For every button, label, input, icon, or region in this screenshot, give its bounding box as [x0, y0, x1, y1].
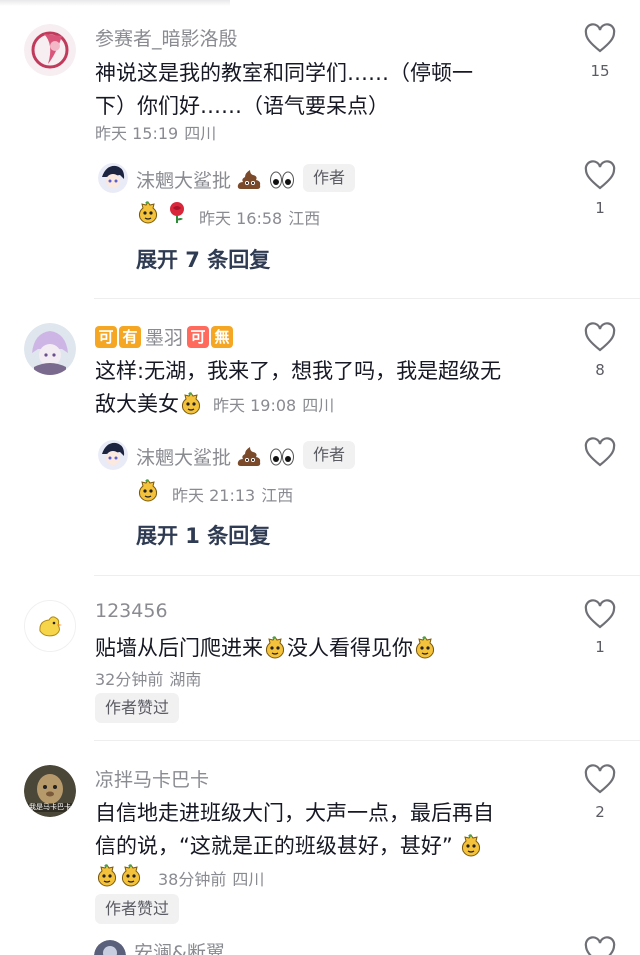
author-liked-badge: 作者赞过	[95, 894, 180, 924]
comment-meta: 38分钟前 四川	[158, 866, 264, 890]
reply-meta: 昨天 16:58 江西	[199, 205, 320, 229]
author-tag: 作者	[303, 441, 356, 469]
heart-icon[interactable]	[583, 22, 617, 56]
like-count: 1	[595, 638, 605, 656]
avatar[interactable]	[24, 600, 76, 652]
reply-emoji-row	[136, 200, 189, 224]
like-count: 1	[595, 199, 605, 217]
comment-text-line: 自信地走进班级大门，大声一点，最后再自	[95, 801, 494, 825]
comment-text-fragment: 没人看得见你	[287, 636, 413, 660]
comment-meta: 32分钟前 湖南	[95, 666, 201, 690]
comment-text-fragment: 贴墙从后门爬进来	[95, 636, 263, 660]
comment-text: 贴墙从后门爬进来 没人看得见你	[95, 632, 565, 665]
comment-text-line: 信的说，“这就是正的班级甚好，甚好”	[95, 830, 565, 863]
heart-icon[interactable]	[583, 935, 617, 955]
eyes-icon	[269, 447, 295, 469]
user-badge: 可	[95, 326, 117, 348]
comment-time: 昨天 19:08	[213, 396, 297, 415]
expand-replies-button[interactable]: 展开 7 条回复	[136, 244, 270, 274]
reply-username[interactable]: 沫魍大鲨批	[136, 443, 295, 470]
comment-location: 四川	[184, 124, 217, 143]
doge-face-icon	[121, 864, 141, 887]
comment-meta: 昨天 15:19 四川	[95, 120, 216, 144]
comment-username[interactable]: 可有墨羽可無	[95, 323, 234, 350]
author-liked-badge: 作者赞过	[95, 693, 180, 723]
comment-location: 湖南	[169, 670, 202, 689]
comment-text-fragment: 敌大美女	[95, 392, 179, 416]
reply-username-text: 沫魍大鲨批	[136, 170, 232, 192]
heart-icon[interactable]	[583, 159, 617, 193]
like-count: 15	[590, 62, 610, 80]
like-count: 8	[595, 361, 605, 379]
avatar[interactable]	[24, 323, 76, 375]
reply-avatar[interactable]	[98, 440, 128, 470]
author-tag: 作者	[303, 164, 356, 192]
comment-text-line: 敌大美女 昨天 19:08 四川	[95, 388, 565, 422]
reply-emoji-row	[136, 478, 160, 502]
doge-face-icon	[97, 864, 117, 887]
expand-replies-button[interactable]: 展开 1 条回复	[136, 520, 270, 550]
avatar[interactable]	[24, 24, 76, 76]
user-badge: 有	[119, 326, 141, 348]
reply-username-text: 沫魍大鲨批	[136, 447, 232, 469]
heart-icon[interactable]	[583, 763, 617, 797]
comment-time: 38分钟前	[158, 870, 227, 889]
comment-username[interactable]: 安澜&断翼	[134, 938, 225, 955]
reply-location: 江西	[288, 209, 321, 228]
doge-face-icon	[415, 636, 435, 659]
reply-location: 江西	[261, 486, 294, 505]
doge-face-icon	[461, 834, 480, 857]
heart-icon[interactable]	[583, 321, 617, 355]
user-badge: 可	[187, 326, 210, 348]
comment-time: 昨天 15:19	[95, 124, 179, 143]
doge-face-icon	[181, 392, 201, 415]
comment-text: 这样:无湖，我来了，想我了吗，我是超级无 敌大美女 昨天 19:08 四川	[95, 355, 565, 422]
comment-location: 四川	[232, 870, 265, 889]
comment-location: 四川	[302, 396, 335, 415]
comment-text-line: 下）你们好……（语气要呆点）	[95, 94, 389, 118]
doge-face-icon	[138, 479, 158, 502]
avatar[interactable]: 我是马卡巴卡	[24, 765, 76, 817]
comment-text: 神说这是我的教室和同学们……（停顿一 下）你们好……（语气要呆点）	[95, 57, 565, 123]
reply-time: 昨天 21:13	[172, 486, 256, 505]
comment-text: 自信地走进班级大门，大声一点，最后再自 信的说，“这就是正的班级甚好，甚好”	[95, 797, 565, 863]
comment-text-line: 神说这是我的教室和同学们……（停顿一	[95, 61, 473, 85]
comment-username[interactable]: 123456	[95, 600, 168, 622]
comment-time: 32分钟前	[95, 670, 164, 689]
comment-username[interactable]: 参赛者_暗影洛殷	[95, 24, 238, 51]
comment-username[interactable]: 凉拌马卡巴卡	[95, 765, 209, 792]
rose-icon	[170, 202, 185, 223]
poop-icon	[237, 170, 269, 192]
comment-meta: 昨天 19:08 四川	[213, 396, 334, 415]
user-badge: 無	[211, 326, 234, 348]
avatar-caption: 我是马卡巴卡	[29, 803, 71, 811]
divider	[94, 298, 640, 299]
comment-feed: 参赛者_暗影洛殷 神说这是我的教室和同学们……（停顿一 下）你们好……（语气要呆…	[0, 0, 640, 955]
divider	[94, 740, 640, 741]
reply-meta: 昨天 21:13 江西	[172, 482, 293, 506]
comment-text-fragment: 信的说，“这就是正的班级甚好，甚好”	[95, 834, 453, 858]
like-count: 2	[595, 803, 605, 821]
poop-icon	[237, 447, 269, 469]
heart-icon[interactable]	[583, 436, 617, 470]
reply-time: 昨天 16:58	[199, 209, 283, 228]
comment-emoji-row	[95, 863, 143, 887]
comment-text-line: 这样:无湖，我来了，想我了吗，我是超级无	[95, 359, 502, 383]
doge-face-icon	[265, 636, 285, 659]
top-fade	[0, 0, 230, 6]
reply-avatar[interactable]	[98, 163, 128, 193]
avatar[interactable]	[94, 940, 126, 955]
heart-icon[interactable]	[583, 598, 617, 632]
eyes-icon	[269, 170, 295, 192]
doge-face-icon	[138, 201, 158, 224]
reply-username[interactable]: 沫魍大鲨批	[136, 166, 295, 193]
divider	[94, 575, 640, 576]
comment-username-text: 墨羽	[145, 327, 184, 349]
